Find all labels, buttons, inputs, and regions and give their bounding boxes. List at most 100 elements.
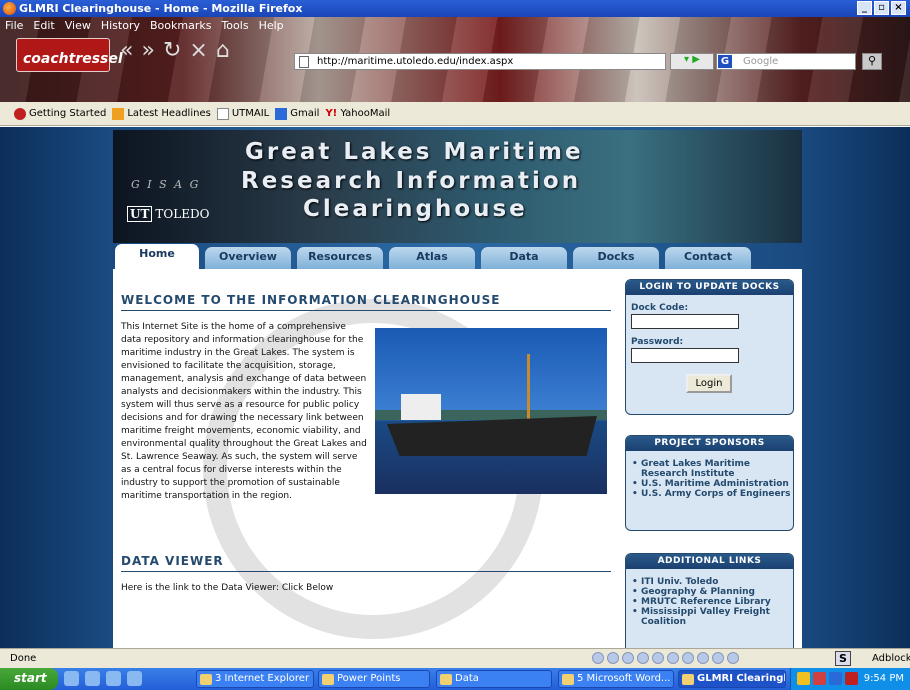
menu-edit[interactable]: Edit [28, 17, 59, 34]
addon-icon[interactable] [592, 652, 604, 664]
site-tabs: Home Overview Resources Atlas Data Docks… [113, 243, 802, 270]
quick-launch-icon[interactable] [64, 671, 79, 686]
addon-icon[interactable] [637, 652, 649, 664]
tray-icon[interactable] [845, 672, 858, 685]
sponsor-link[interactable]: Great Lakes Maritime Research Institute [632, 459, 793, 479]
reload-icon[interactable]: ↻ [163, 38, 181, 63]
menu-file[interactable]: File [0, 17, 28, 34]
url-bar[interactable]: http://maritime.utoledo.edu/index.aspx [294, 53, 666, 70]
menu-history[interactable]: History [96, 17, 145, 34]
password-label: Password: [631, 337, 684, 347]
login-button[interactable]: Login [686, 374, 732, 393]
welcome-heading: WELCOME TO THE INFORMATION CLEARINGHOUSE [121, 293, 501, 307]
bookmark-label: Gmail [290, 108, 320, 119]
status-text: Done [10, 653, 37, 664]
menu-bar: File Edit View History Bookmarks Tools H… [0, 17, 289, 34]
taskbar-item-power-points[interactable]: Power Points [318, 670, 430, 688]
adblock-button[interactable]: Adblock [872, 653, 910, 664]
taskbar-item-data[interactable]: Data [436, 670, 552, 688]
bookmark-utmail[interactable]: UTMAIL [216, 107, 270, 120]
bookmark-label: YahooMail [340, 108, 391, 119]
menu-bookmarks[interactable]: Bookmarks [145, 17, 216, 34]
intro-text: This Internet Site is the home of a comp… [121, 322, 367, 501]
taskbar-item-glmri[interactable]: GLMRI Clearingh... [678, 670, 786, 688]
stop-icon[interactable]: × [189, 38, 207, 63]
browser-chrome: File Edit View History Bookmarks Tools H… [0, 17, 910, 102]
menu-view[interactable]: View [60, 17, 96, 34]
addon-icon[interactable] [622, 652, 634, 664]
tab-resources[interactable]: Resources [297, 247, 383, 269]
sponsor-link[interactable]: U.S. Maritime Administration [632, 479, 793, 489]
sponsors-heading: PROJECT SPONSORS [626, 436, 793, 451]
additional-link[interactable]: Mississippi Valley Freight Coalition [632, 607, 793, 627]
addon-icon[interactable] [682, 652, 694, 664]
yahoo-icon: Y! [325, 107, 338, 119]
bookmark-yahoomail[interactable]: Y! YahooMail [325, 108, 390, 120]
bookmark-gmail[interactable]: Gmail [275, 107, 320, 120]
banner-title-line2: Research Information [241, 168, 582, 194]
bookmark-label: UTMAIL [231, 108, 270, 119]
tab-docks[interactable]: Docks [573, 247, 659, 269]
addon-icon[interactable] [652, 652, 664, 664]
home-icon[interactable]: ⌂ [216, 38, 230, 63]
tray-icon[interactable] [797, 672, 810, 685]
taskbar-item-microsoft-word[interactable]: 5 Microsoft Word... [558, 670, 674, 688]
forward-icon[interactable]: » [141, 38, 154, 63]
data-viewer-heading: DATA VIEWER [121, 554, 224, 568]
s-icon[interactable]: S [835, 651, 851, 666]
taskbar-item-internet-explorer[interactable]: 3 Internet Explorer [196, 670, 314, 688]
status-bar: Done S Adblock [0, 648, 910, 668]
quick-launch-icon[interactable] [85, 671, 100, 686]
dock-code-field[interactable] [631, 314, 739, 329]
tab-overview[interactable]: Overview [205, 247, 291, 269]
addon-icon[interactable] [607, 652, 619, 664]
menu-tools[interactable]: Tools [216, 17, 253, 34]
tab-contact[interactable]: Contact [665, 247, 751, 269]
bookmark-latest-headlines[interactable]: Latest Headlines [112, 107, 211, 120]
tab-atlas[interactable]: Atlas [389, 247, 475, 269]
quick-launch-icon[interactable] [106, 671, 121, 686]
sponsors-panel: PROJECT SPONSORS Great Lakes Maritime Re… [625, 435, 794, 531]
addon-icon[interactable] [712, 652, 724, 664]
ship-photo [375, 328, 607, 494]
tab-data[interactable]: Data [481, 247, 567, 269]
go-button[interactable]: ▾ ▶ [670, 53, 714, 70]
additional-links-panel: ADDITIONAL LINKS ITI Univ. Toledo Geogra… [625, 553, 794, 648]
bookmarks-toolbar: Getting Started Latest Headlines UTMAIL … [0, 102, 910, 126]
window-titlebar: GLMRI Clearinghouse - Home - Mozilla Fir… [0, 0, 910, 17]
divider [121, 571, 611, 572]
search-icon[interactable]: ⚲ [862, 53, 882, 70]
addon-icon[interactable] [697, 652, 709, 664]
dock-code-label: Dock Code: [631, 303, 689, 313]
close-button[interactable]: × [891, 1, 906, 15]
sponsor-link[interactable]: U.S. Army Corps of Engineers [632, 489, 793, 499]
minimize-button[interactable]: _ [857, 1, 872, 15]
additional-link[interactable]: MRUTC Reference Library [632, 597, 793, 607]
ship-deckhouse [401, 394, 441, 420]
start-button[interactable]: start [0, 668, 58, 690]
tray-icon[interactable] [813, 672, 826, 685]
page-icon [216, 107, 229, 120]
menu-help[interactable]: Help [254, 17, 289, 34]
maximize-button[interactable]: ▫ [874, 1, 889, 15]
tray-icon[interactable] [829, 672, 842, 685]
google-icon [275, 107, 288, 120]
links-heading: ADDITIONAL LINKS [626, 554, 793, 569]
page-viewport: Great Lakes Maritime Research Informatio… [0, 127, 910, 648]
ship-hull [387, 416, 597, 456]
bookmark-icon [14, 107, 26, 120]
additional-link[interactable]: Geography & Planning [632, 587, 793, 597]
addon-icons [592, 652, 739, 664]
addon-icon[interactable] [727, 652, 739, 664]
password-field[interactable] [631, 348, 739, 363]
additional-link[interactable]: ITI Univ. Toledo [632, 577, 793, 587]
addon-icon[interactable] [667, 652, 679, 664]
page-icon [299, 56, 309, 68]
quick-launch-icon[interactable] [127, 671, 142, 686]
search-input[interactable]: G Google [716, 53, 856, 70]
login-heading: LOGIN TO UPDATE DOCKS [626, 280, 793, 295]
back-icon[interactable]: « [120, 38, 133, 63]
tab-home[interactable]: Home [115, 244, 199, 270]
window-title: GLMRI Clearinghouse - Home - Mozilla Fir… [19, 2, 303, 15]
bookmark-getting-started[interactable]: Getting Started [14, 107, 106, 120]
